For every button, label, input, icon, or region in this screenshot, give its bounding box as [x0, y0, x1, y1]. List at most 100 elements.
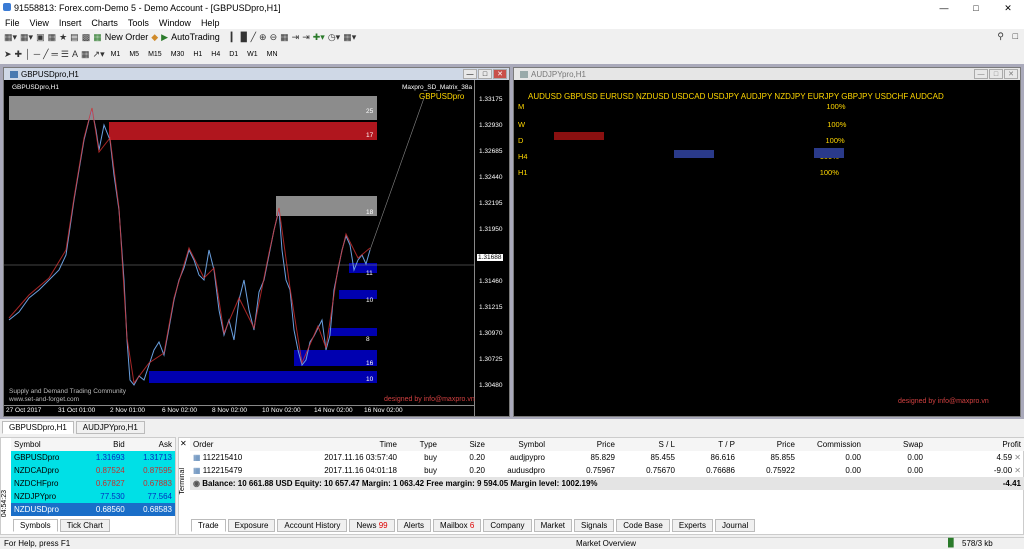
crosshair-icon[interactable]: ✚: [15, 49, 23, 60]
chart-restore-button[interactable]: □: [989, 69, 1003, 79]
autotrading-button[interactable]: AutoTrading: [171, 32, 220, 42]
autotrading-icon[interactable]: ▶: [161, 32, 168, 43]
mw-row[interactable]: GBPUSDpro 1.31693 1.31713: [11, 451, 175, 464]
chart-canvas[interactable]: AUDUSD GBPUSD EURUSD NZDUSD USDCAD USDJP…: [514, 80, 1020, 416]
text-icon[interactable]: A: [72, 49, 78, 59]
channel-icon[interactable]: ═: [52, 49, 58, 59]
fibonacci-icon[interactable]: ☰: [61, 49, 69, 60]
tab-signals[interactable]: Signals: [574, 519, 615, 532]
strategy-tester-icon[interactable]: ▩: [82, 32, 91, 43]
templates-icon[interactable]: ▦▾: [343, 32, 356, 43]
market-watch-icon[interactable]: ▣: [36, 32, 45, 43]
chart-close-button[interactable]: ✕: [493, 69, 507, 79]
timeframe-w1[interactable]: W1: [244, 51, 261, 58]
new-chart-icon[interactable]: ▦▾: [4, 32, 17, 43]
minimize-button[interactable]: —: [928, 0, 960, 16]
menu-view[interactable]: View: [25, 18, 54, 28]
close-order-icon[interactable]: ✕: [1014, 453, 1021, 462]
tab-code-base[interactable]: Code Base: [616, 519, 670, 532]
menu-help[interactable]: Help: [196, 18, 225, 28]
tab-journal[interactable]: Journal: [714, 519, 756, 532]
mw-row[interactable]: NZDCHFpro 0.67827 0.67883: [11, 477, 175, 490]
tab-news[interactable]: News 99: [349, 519, 395, 532]
arrows-icon[interactable]: ↗▾: [93, 49, 105, 60]
chart-canvas[interactable]: GBPUSDpro,H1 Maxpro_SD_Matrix_38a GBPUSD…: [4, 80, 509, 416]
mw-header-bid[interactable]: Bid: [80, 438, 127, 451]
tab-experts[interactable]: Experts: [671, 519, 713, 532]
chat-icon[interactable]: □: [1013, 31, 1018, 41]
close-button[interactable]: ✕: [992, 0, 1024, 16]
mw-row-selected[interactable]: NZDUSDpro 0.68560 0.68583: [11, 503, 175, 516]
chart-restore-button[interactable]: □: [478, 69, 492, 79]
chart-close-button[interactable]: ✕: [1004, 69, 1018, 79]
chart-minimize-button[interactable]: —: [463, 69, 477, 79]
order-row[interactable]: ▦ 112215410 2017.11.16 03:57:40 buy 0.20…: [190, 451, 1024, 464]
mw-header-ask[interactable]: Ask: [128, 438, 175, 451]
col-size[interactable]: Size: [440, 438, 488, 451]
timeframe-d1[interactable]: D1: [226, 51, 241, 58]
menu-file[interactable]: File: [0, 18, 25, 28]
trendline-icon[interactable]: ╱: [43, 49, 48, 60]
timeframe-mn[interactable]: MN: [264, 51, 281, 58]
chart-shift-icon[interactable]: ⇥: [302, 32, 310, 43]
timeframe-m15[interactable]: M15: [145, 51, 165, 58]
zoom-out-icon[interactable]: ⊖: [270, 32, 278, 43]
col-price2[interactable]: Price: [738, 438, 798, 451]
col-price[interactable]: Price: [548, 438, 618, 451]
line-chart-icon[interactable]: ╱: [251, 32, 256, 43]
col-tp[interactable]: T / P: [678, 438, 738, 451]
horizontal-line-icon[interactable]: ─: [34, 49, 40, 59]
tab-mailbox[interactable]: Mailbox 6: [433, 519, 482, 532]
tab-account-history[interactable]: Account History: [277, 519, 348, 532]
menu-charts[interactable]: Charts: [86, 18, 123, 28]
menu-tools[interactable]: Tools: [123, 18, 154, 28]
mw-row[interactable]: NZDJPYpro 77.530 77.564: [11, 490, 175, 503]
timeframe-m5[interactable]: M5: [126, 51, 142, 58]
col-type[interactable]: Type: [400, 438, 440, 451]
mw-header-symbol[interactable]: Symbol: [11, 438, 80, 451]
tab-gbpusd[interactable]: GBPUSDpro,H1: [2, 421, 74, 434]
new-order-icon[interactable]: ▦: [93, 32, 102, 43]
cursor-icon[interactable]: ➤: [4, 49, 12, 60]
order-row[interactable]: ▦ 112215479 2017.11.16 04:01:18 buy 0.20…: [190, 464, 1024, 477]
col-time[interactable]: Time: [290, 438, 400, 451]
indicators-icon[interactable]: ✚▾: [313, 32, 325, 43]
tab-audjpy[interactable]: AUDJPYpro,H1: [75, 421, 145, 434]
tab-exposure[interactable]: Exposure: [227, 519, 276, 532]
profiles-icon[interactable]: ▦▾: [20, 32, 33, 43]
terminal-close-icon[interactable]: ✕: [180, 439, 187, 448]
terminal-icon[interactable]: ▤: [70, 32, 79, 43]
periods-icon[interactable]: ◷▾: [328, 32, 340, 43]
timeframe-h1[interactable]: H1: [190, 51, 205, 58]
tab-market[interactable]: Market: [533, 519, 573, 532]
tab-alerts[interactable]: Alerts: [396, 519, 432, 532]
tab-company[interactable]: Company: [483, 519, 532, 532]
bar-chart-icon[interactable]: ▎: [231, 32, 238, 43]
col-symbol[interactable]: Symbol: [488, 438, 548, 451]
metaeditor-icon[interactable]: ◆: [151, 32, 158, 43]
col-sl[interactable]: S / L: [618, 438, 678, 451]
tab-trade[interactable]: Trade: [191, 519, 226, 532]
tab-tick-chart[interactable]: Tick Chart: [59, 519, 110, 532]
chart-minimize-button[interactable]: —: [974, 69, 988, 79]
tab-symbols[interactable]: Symbols: [13, 519, 58, 532]
timeframe-m1[interactable]: M1: [108, 51, 124, 58]
autoscroll-icon[interactable]: ⇥: [292, 32, 300, 43]
candle-chart-icon[interactable]: ▉: [241, 32, 248, 43]
maximize-button[interactable]: □: [960, 0, 992, 16]
navigator-icon[interactable]: ★: [59, 32, 67, 43]
data-window-icon[interactable]: ▦: [48, 32, 57, 43]
label-icon[interactable]: ▦: [81, 49, 90, 60]
tile-icon[interactable]: ▦: [280, 32, 289, 43]
search-icon[interactable]: ⚲: [997, 31, 1004, 42]
zoom-in-icon[interactable]: ⊕: [259, 32, 267, 43]
col-commission[interactable]: Commission: [798, 438, 864, 451]
col-order[interactable]: Order: [190, 438, 290, 451]
menu-window[interactable]: Window: [154, 18, 196, 28]
status-profile[interactable]: Market Overview: [576, 539, 636, 548]
close-order-icon[interactable]: ✕: [1014, 466, 1021, 475]
timeframe-h4[interactable]: H4: [208, 51, 223, 58]
col-profit[interactable]: Profit: [926, 438, 1024, 451]
mw-row[interactable]: NZDCADpro 0.87524 0.87595: [11, 464, 175, 477]
timeframe-m30[interactable]: M30: [168, 51, 188, 58]
